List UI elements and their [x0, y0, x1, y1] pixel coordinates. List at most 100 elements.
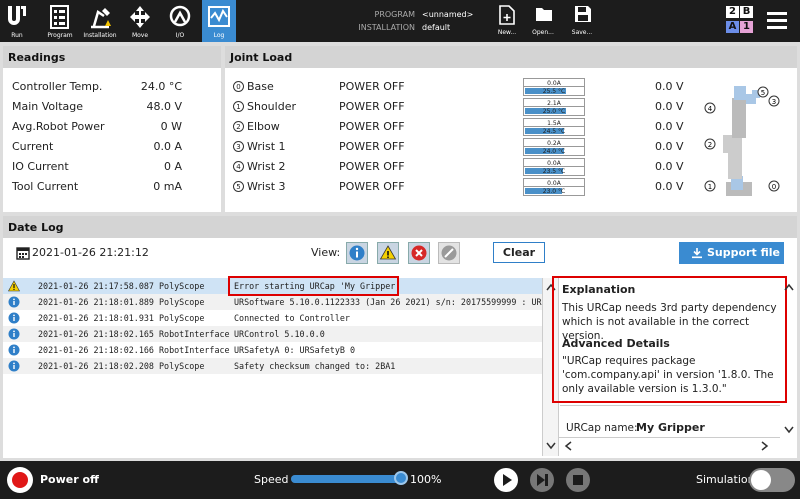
- power-status: Power off: [40, 473, 99, 486]
- joint-status: POWER OFF: [339, 160, 405, 173]
- log-time: 2021-01-26 21:18:02.166: [38, 345, 154, 355]
- joint-number-icon: 3: [233, 141, 244, 152]
- save-button[interactable]: Save...: [565, 0, 599, 42]
- joint-number-icon: 4: [233, 161, 244, 172]
- joint-current: 0.0A: [523, 178, 585, 187]
- filter-warning-button[interactable]: [377, 242, 399, 264]
- reading-row: Avg.Robot Power 0 W: [12, 120, 182, 140]
- nav-move-label: Move: [131, 32, 149, 39]
- ur-logo[interactable]: Run: [0, 0, 34, 42]
- badge-2: 2: [726, 6, 739, 18]
- joint-gauge: 2.1A 25.0 °C: [523, 98, 585, 116]
- nav-installation[interactable]: Installation: [83, 0, 117, 42]
- scroll-right-icon[interactable]: [761, 441, 769, 451]
- download-icon: [692, 248, 702, 259]
- info-icon: [8, 312, 20, 324]
- joint-temp-bar: 25.5 °C: [523, 87, 585, 96]
- joint-temp-bar: 24.0 °C: [523, 147, 585, 156]
- detail-hscrollbar[interactable]: [558, 437, 780, 454]
- support-file-label: Support file: [707, 246, 780, 259]
- joint-row: 2 Elbow: [233, 120, 280, 140]
- info-icon: [8, 328, 20, 340]
- filter-info-button[interactable]: [346, 242, 368, 264]
- joint-voltage: 0.0 V: [655, 80, 684, 93]
- view-label: View:: [311, 246, 341, 259]
- log-row[interactable]: 2021-01-26 21:18:01.889 PolyScope URSoftwa…: [3, 294, 543, 310]
- nav-move[interactable]: Move: [123, 0, 157, 42]
- log-row[interactable]: 2021-01-26 21:18:02.165 RobotInterface URC…: [3, 326, 543, 342]
- program-values: <unnamed> default: [422, 8, 473, 34]
- explanation-line-1: This URCap needs 3rd party dependency: [562, 302, 777, 314]
- log-icon: [208, 6, 230, 27]
- joint-name: Wrist 2: [247, 160, 286, 173]
- joint-status: POWER OFF: [339, 180, 405, 193]
- open-label: Open...: [532, 29, 554, 36]
- robot-label-3: 3: [772, 98, 776, 106]
- joint-temp-bar: 25.0 °C: [523, 107, 585, 116]
- step-button[interactable]: [530, 468, 554, 492]
- joint-name: Elbow: [247, 120, 280, 133]
- detail-scroll-up-icon[interactable]: [784, 283, 794, 291]
- scroll-left-icon[interactable]: [564, 441, 572, 451]
- joint-current: 2.1A: [523, 98, 585, 107]
- robot-label-4: 4: [708, 105, 713, 113]
- speed-slider[interactable]: [291, 471, 408, 485]
- reading-value: 0 W: [160, 120, 182, 133]
- program-name: <unnamed>: [422, 10, 474, 19]
- joint-name: Base: [247, 80, 274, 93]
- joint-temp: 25.5 °C: [542, 88, 566, 95]
- log-row[interactable]: 2021-01-26 21:18:01.931 PolyScope Connecte…: [3, 310, 543, 326]
- power-button[interactable]: [7, 467, 33, 493]
- log-message: Connected to Controller: [234, 313, 350, 323]
- log-source: PolyScope: [159, 313, 205, 323]
- badge-a: A: [726, 21, 739, 33]
- support-file-button[interactable]: Support file: [679, 242, 784, 264]
- joint-row: 0 Base: [233, 80, 274, 100]
- reading-label: Avg.Robot Power: [12, 120, 105, 133]
- joint-temp: 24.5 °C: [542, 128, 566, 135]
- reading-value: 24.0 °C: [140, 80, 182, 93]
- simulation-toggle[interactable]: [749, 468, 795, 492]
- nav-run-label: Run: [11, 32, 23, 39]
- filter-error-button[interactable]: [408, 242, 430, 264]
- stop-icon: [573, 475, 583, 485]
- simulation-toggle-knob: [751, 470, 771, 490]
- menu-icon[interactable]: [766, 10, 788, 30]
- nav-log[interactable]: Log: [202, 0, 236, 42]
- reading-value: 0 mA: [153, 180, 182, 193]
- joint-status: POWER OFF: [339, 140, 405, 153]
- disabled-filter-icon: [441, 245, 457, 261]
- speed-fill: [291, 475, 401, 483]
- joint-status: POWER OFF: [339, 120, 405, 133]
- joint-number-icon: 2: [233, 121, 244, 132]
- log-source: RobotInterface: [159, 345, 230, 355]
- open-button[interactable]: Open...: [526, 0, 560, 42]
- stop-button[interactable]: [566, 468, 590, 492]
- badge-b: B: [740, 6, 753, 18]
- robot-arm-diagram: 5 3 4 2 1 0: [704, 86, 780, 196]
- scroll-down-icon[interactable]: [546, 442, 556, 450]
- nav-program[interactable]: Program: [43, 0, 77, 42]
- error-icon: [411, 245, 427, 261]
- power-off-indicator: [12, 472, 28, 488]
- log-row[interactable]: 2021-01-26 21:18:02.166 RobotInterface URS…: [3, 342, 543, 358]
- joint-current: 1.5A: [523, 118, 585, 127]
- play-icon: [503, 474, 512, 486]
- joint-gauge: 0.0A 25.5 °C: [523, 78, 585, 96]
- program-labels: PROGRAM INSTALLATION: [355, 8, 415, 34]
- urcap-name-label: URCap name:: [566, 422, 638, 434]
- clear-button[interactable]: Clear: [493, 242, 545, 263]
- program-icon: [50, 5, 69, 29]
- reading-value: 0 A: [163, 160, 182, 173]
- log-message: URSafetyA 0: URSafetyB 0: [234, 345, 356, 355]
- filter-disabled-button[interactable]: [438, 242, 460, 264]
- advanced-line-2: 'com.company.api' in version '1.8.0. The: [562, 369, 774, 381]
- log-row[interactable]: 2021-01-26 21:18:02.208 PolyScope Safety c…: [3, 358, 543, 374]
- detail-scroll-down-icon[interactable]: [784, 426, 794, 434]
- play-button[interactable]: [494, 468, 518, 492]
- new-button[interactable]: New...: [490, 0, 524, 42]
- speed-slider-handle[interactable]: [394, 471, 408, 485]
- joint-temp-bar: 23.0 °C: [523, 187, 585, 196]
- nav-io[interactable]: I/O: [163, 0, 197, 42]
- save-label: Save...: [571, 29, 593, 36]
